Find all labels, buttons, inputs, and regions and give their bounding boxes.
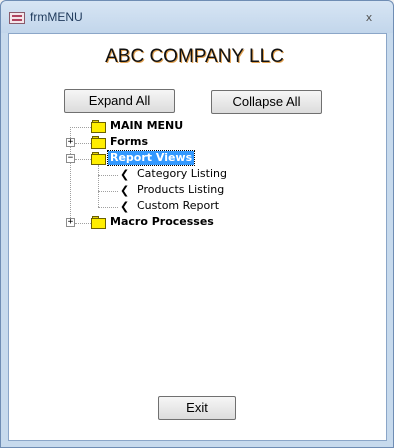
tree-item-report-views[interactable]: Report Views	[106, 150, 196, 166]
report-icon: ❮	[120, 200, 130, 213]
window-frame: frmMENU x ABC COMPANY LLC Expand All Col…	[0, 0, 394, 448]
folder-icon	[91, 136, 107, 149]
report-icon: ❮	[120, 184, 130, 197]
tree-connector	[98, 175, 118, 176]
window-title: frmMENU	[30, 10, 83, 24]
tree-item-macro-processes[interactable]: Macro Processes	[108, 215, 216, 229]
exit-button[interactable]: Exit	[158, 396, 236, 420]
tree-item-products-listing[interactable]: Products Listing	[137, 183, 224, 197]
title-bar[interactable]: frmMENU x	[1, 1, 393, 33]
form-body: ABC COMPANY LLC Expand All Collapse All …	[8, 33, 387, 441]
tree-connector	[98, 165, 99, 207]
tree-connector	[75, 159, 91, 160]
menu-tree: MAIN MENU + Forms − Report Views ❮ Categ…	[9, 34, 388, 442]
tree-connector	[98, 207, 118, 208]
tree-item-category-listing[interactable]: Category Listing	[137, 167, 227, 181]
folder-icon	[91, 216, 107, 229]
tree-connector	[70, 127, 91, 128]
tree-item-forms[interactable]: Forms	[108, 135, 150, 149]
form-icon	[9, 12, 25, 24]
report-icon: ❮	[120, 168, 130, 181]
tree-connector	[98, 191, 118, 192]
expand-icon[interactable]: +	[66, 218, 75, 227]
tree-item-custom-report[interactable]: Custom Report	[137, 199, 219, 213]
expand-icon[interactable]: +	[66, 138, 75, 147]
collapse-icon[interactable]: −	[66, 154, 75, 163]
tree-connector	[75, 143, 91, 144]
close-button[interactable]: x	[356, 9, 382, 27]
tree-item-main-menu[interactable]: MAIN MENU	[108, 119, 185, 133]
tree-connector	[75, 223, 91, 224]
folder-icon	[91, 120, 107, 133]
folder-open-icon	[91, 152, 107, 165]
